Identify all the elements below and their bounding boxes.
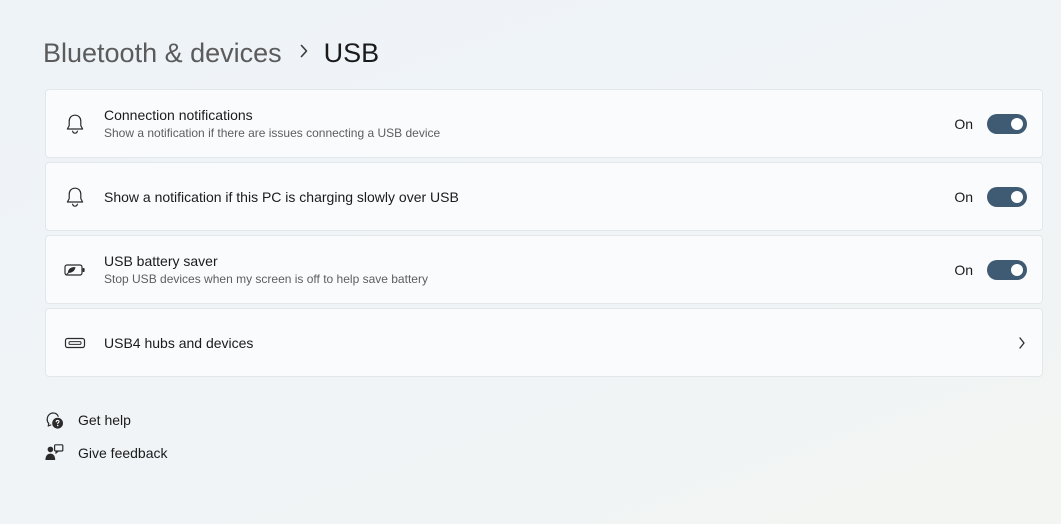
setting-card-usb-battery-saver: USB battery saver Stop USB devices when … [45,235,1043,304]
setting-title: Show a notification if this PC is chargi… [104,188,459,205]
toggle-state-label: On [954,188,973,205]
slow-charging-notification-toggle[interactable] [987,186,1027,207]
toggle-group: On [954,163,1027,230]
toggle-knob [1011,263,1023,276]
battery-saver-icon [64,259,86,281]
bell-icon [64,113,86,135]
page-title: USB [323,37,380,68]
toggle-state-label: On [954,115,973,132]
toggle-state-label: On [954,261,973,278]
setting-text: Show a notification if this PC is chargi… [104,163,459,230]
chevron-right-icon [1018,309,1026,376]
usb-battery-saver-toggle[interactable] [987,259,1027,280]
get-help-link[interactable]: Get help [43,409,131,431]
setting-text: Connection notifications Show a notifica… [104,90,440,157]
setting-description: Show a notification if there are issues … [104,126,441,140]
toggle-group: On [954,236,1027,303]
chevron-right-icon [299,44,309,63]
toggle-knob [1011,190,1023,203]
setting-description: Stop USB devices when my screen is off t… [104,272,428,286]
give-feedback-label: Give feedback [78,445,168,461]
get-help-label: Get help [78,412,131,428]
setting-title: Connection notifications [104,107,253,123]
connection-notifications-toggle[interactable] [987,113,1027,134]
feedback-icon [43,442,65,464]
breadcrumb: Bluetooth & devices USB [43,33,379,73]
setting-text: USB battery saver Stop USB devices when … [104,236,428,303]
bell-icon [64,186,86,208]
usb-port-icon [64,332,86,354]
setting-title: USB4 hubs and devices [104,334,254,351]
setting-text: USB4 hubs and devices [104,309,253,376]
toggle-knob [1011,117,1023,130]
give-feedback-link[interactable]: Give feedback [43,442,168,464]
setting-card-slow-charging-notification: Show a notification if this PC is chargi… [45,162,1043,231]
setting-card-usb4-hubs[interactable]: USB4 hubs and devices [45,308,1043,377]
help-icon [43,409,65,431]
setting-card-connection-notifications: Connection notifications Show a notifica… [45,89,1043,158]
setting-title: USB battery saver [104,253,218,269]
breadcrumb-parent-link[interactable]: Bluetooth & devices [43,38,282,69]
toggle-group: On [954,90,1027,157]
